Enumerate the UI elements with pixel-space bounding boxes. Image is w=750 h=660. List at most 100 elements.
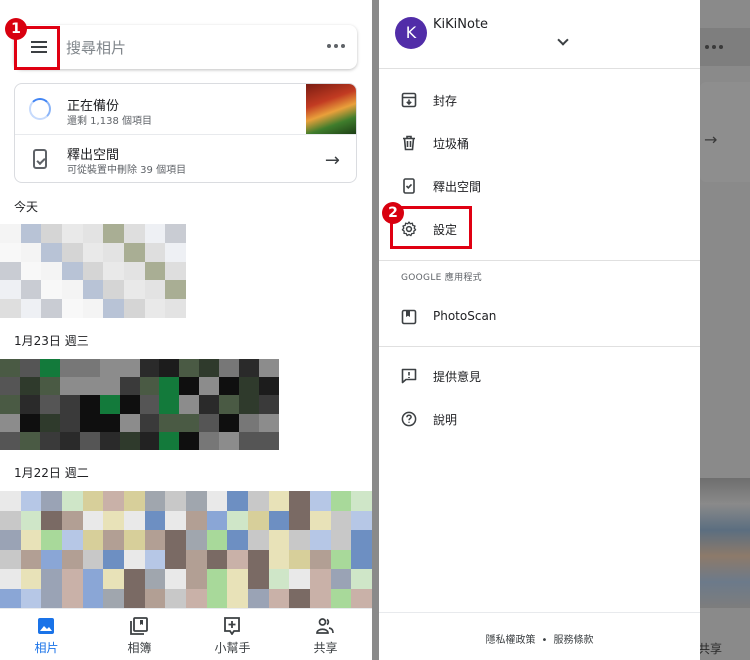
photo-tile[interactable] [206,510,228,530]
photo-tile[interactable] [103,491,124,511]
photo-tile[interactable] [103,569,124,589]
photo-tile[interactable] [20,491,42,511]
photo-tile[interactable] [82,299,104,318]
drawer-item-photoscan[interactable]: PhotoScan [379,297,700,337]
photo-tile[interactable] [61,299,83,318]
photo-tile[interactable] [0,359,20,378]
terms-of-service-link[interactable]: 服務條款 [553,635,593,646]
photo-tile[interactable] [179,359,200,378]
photo-tile[interactable] [144,261,166,281]
photo-tile[interactable] [199,431,220,450]
photo-tile[interactable] [82,280,104,300]
photo-tile[interactable] [61,491,83,511]
photo-grid-jan23[interactable] [0,359,279,450]
photo-tile[interactable] [82,261,104,281]
photo-tile[interactable] [99,395,120,414]
photo-tile[interactable] [179,413,200,432]
photo-tile[interactable] [179,431,200,450]
photo-tile[interactable] [139,377,160,396]
photo-tile[interactable] [99,377,120,396]
photo-tile[interactable] [0,530,21,550]
photo-tile[interactable] [309,530,331,550]
photo-tile[interactable] [41,280,62,300]
photo-tile[interactable] [139,413,160,432]
photo-tile[interactable] [219,359,240,378]
photo-tile[interactable] [82,242,104,262]
photo-tile[interactable] [165,569,186,589]
photo-tile[interactable] [103,510,124,530]
photo-tile[interactable] [119,377,140,396]
photo-tile[interactable] [247,549,269,569]
photo-tile[interactable] [247,510,269,530]
photo-tile[interactable] [165,549,186,569]
photo-tile[interactable] [19,377,40,396]
photo-tile[interactable] [268,569,290,589]
photo-tile[interactable] [144,510,166,530]
photo-tile[interactable] [144,280,166,300]
photo-tile[interactable] [20,242,42,262]
free-space-row[interactable]: 釋出空間 可從裝置中刪除 39 個項目 → [15,134,356,182]
photo-tile[interactable] [159,359,180,378]
photo-tile[interactable] [159,377,180,396]
photo-tile[interactable] [206,530,228,550]
photo-tile[interactable] [165,261,186,281]
photo-tile[interactable] [20,224,42,243]
search-bar[interactable]: 搜尋相片 [14,25,357,69]
photo-tile[interactable] [309,491,331,511]
drawer-item-help[interactable]: 說明 [379,399,700,439]
photo-tile[interactable] [268,510,290,530]
photo-tile[interactable] [159,395,180,414]
photo-tile[interactable] [139,359,160,378]
photo-tile[interactable] [165,491,186,511]
photo-tile[interactable] [144,299,166,318]
photo-tile[interactable] [351,588,372,608]
photo-tile[interactable] [123,569,145,589]
photo-tile[interactable] [99,359,120,378]
photo-tile[interactable] [41,510,62,530]
photo-tile[interactable] [41,224,62,243]
photo-tile[interactable] [239,359,260,378]
photo-tile[interactable] [79,395,100,414]
photo-tile[interactable] [227,491,248,511]
photo-tile[interactable] [123,530,145,550]
photo-tile[interactable] [165,588,186,608]
drawer-item-archive[interactable]: 封存 [379,80,700,120]
photo-tile[interactable] [123,491,145,511]
photo-tile[interactable] [309,569,331,589]
photo-tile[interactable] [144,549,166,569]
photo-tile[interactable] [289,549,310,569]
photo-tile[interactable] [20,569,42,589]
photo-tile[interactable] [20,549,42,569]
photo-tile[interactable] [79,431,100,450]
photo-tile[interactable] [39,359,60,378]
photo-tile[interactable] [39,377,60,396]
photo-tile[interactable] [0,261,21,281]
photo-tile[interactable] [0,280,21,300]
photo-tile[interactable] [247,530,269,550]
photo-tile[interactable] [0,377,20,396]
photo-tile[interactable] [19,413,40,432]
photo-tile[interactable] [123,280,145,300]
photo-grid-jan22[interactable] [0,491,372,608]
photo-tile[interactable] [39,413,60,432]
backup-row[interactable]: 正在備份 還剩 1,138 個項目 [15,84,356,134]
photo-tile[interactable] [103,549,124,569]
more-options-icon[interactable] [327,44,345,48]
drawer-item-feedback[interactable]: 提供意見 [379,356,700,396]
photo-tile[interactable] [268,491,290,511]
photo-tile[interactable] [82,510,104,530]
photo-tile[interactable] [0,588,21,608]
photo-tile[interactable] [259,413,279,432]
photo-tile[interactable] [0,395,20,414]
photo-tile[interactable] [0,549,21,569]
photo-tile[interactable] [165,242,186,262]
photo-tile[interactable] [103,588,124,608]
photo-tile[interactable] [227,588,248,608]
photo-tile[interactable] [0,431,20,450]
photo-tile[interactable] [330,491,352,511]
photo-tile[interactable] [20,299,42,318]
photo-tile[interactable] [227,530,248,550]
photo-tile[interactable] [219,413,240,432]
photo-tile[interactable] [165,224,186,243]
photo-tile[interactable] [247,491,269,511]
